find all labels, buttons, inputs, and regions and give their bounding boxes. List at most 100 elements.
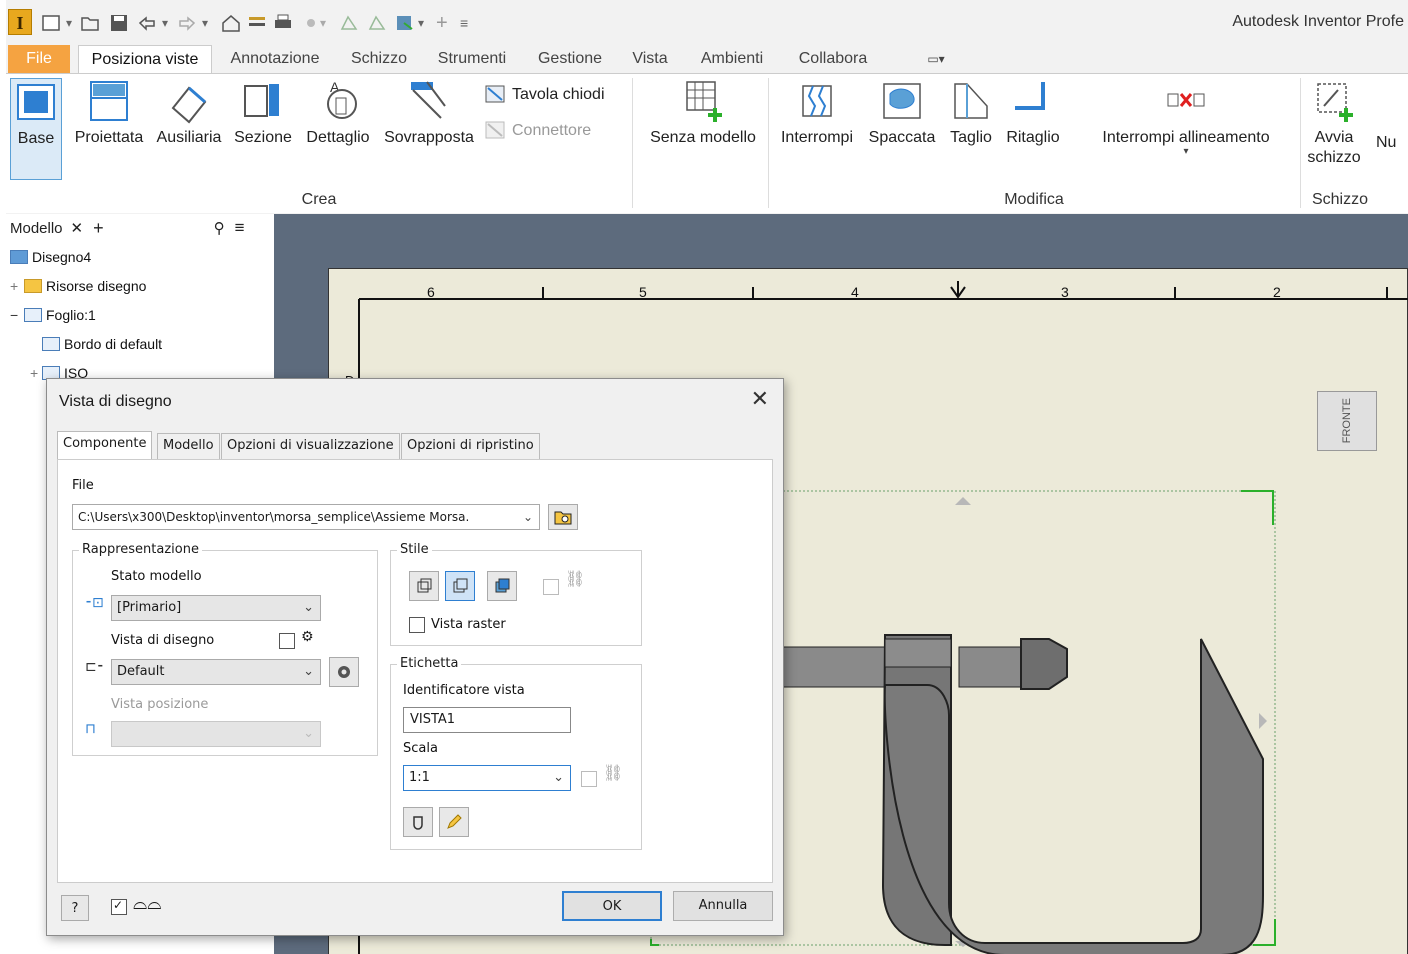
tab-annotazione[interactable]: Annotazione bbox=[220, 45, 330, 73]
help-icon[interactable]: ? bbox=[61, 895, 89, 921]
scala-combo[interactable]: 1:1 ⌄ bbox=[403, 765, 571, 791]
file-combo[interactable]: C:\Users\x300\Desktop\inventor\morsa_sem… bbox=[72, 504, 540, 530]
tab-collabora[interactable]: Collabora bbox=[790, 45, 876, 73]
ok-button[interactable]: OK bbox=[562, 891, 662, 921]
inventor-window: I ▾ ▾ ▾ ▾ ▾ + ≡ Autodesk Inventor Profe … bbox=[6, 0, 1408, 954]
shaded-style-icon[interactable] bbox=[487, 571, 517, 601]
tab-strumenti[interactable]: Strumenti bbox=[430, 45, 514, 73]
stile-group: Stile ⛓ Vista raster bbox=[390, 542, 642, 646]
print-icon[interactable] bbox=[272, 12, 294, 34]
customize-icon[interactable]: ≡ bbox=[460, 12, 468, 34]
plus-icon[interactable]: + bbox=[93, 218, 104, 239]
tree-item-disegno4[interactable]: Disegno4 bbox=[10, 246, 91, 268]
close-icon[interactable]: ✕ bbox=[71, 219, 84, 237]
dropdown-icon[interactable]: ▾ bbox=[418, 12, 424, 34]
plus-icon[interactable]: + bbox=[436, 12, 448, 34]
chevron-down-icon[interactable]: ▾ bbox=[1086, 147, 1286, 157]
save-icon[interactable] bbox=[108, 12, 130, 34]
edit-label-pencil-icon[interactable] bbox=[439, 807, 469, 837]
open-file-icon[interactable] bbox=[548, 504, 578, 530]
tree-item-bordo-default[interactable]: Bordo di default bbox=[42, 333, 162, 355]
componente-panel: File C:\Users\x300\Desktop\inventor\mors… bbox=[57, 459, 773, 883]
sovrapposta-button[interactable]: Sovrapposta bbox=[380, 78, 478, 148]
measure-icon[interactable] bbox=[300, 12, 322, 34]
hidden-line-removed-style-icon[interactable] bbox=[445, 571, 475, 601]
chevron-down-icon: ⌄ bbox=[303, 664, 314, 679]
spaccata-button[interactable]: Spaccata bbox=[864, 78, 940, 148]
hidden-line-style-icon[interactable] bbox=[409, 571, 439, 601]
stato-modello-select[interactable]: [Primario] ⌄ bbox=[111, 595, 321, 621]
dropdown-icon[interactable]: ▾ bbox=[202, 12, 208, 34]
tree-item-risorse-disegno[interactable]: + Risorse disegno bbox=[10, 275, 146, 297]
proiettata-button[interactable]: Proiettata bbox=[68, 78, 150, 148]
file-label: File bbox=[72, 478, 94, 493]
vista-disegno-select[interactable]: Default ⌄ bbox=[111, 659, 321, 685]
tab-opzioni-ripristino[interactable]: Opzioni di ripristino bbox=[401, 433, 540, 459]
chevron-down-icon: ⌄ bbox=[553, 770, 564, 785]
tab-posiziona-viste[interactable]: Posiziona viste bbox=[78, 45, 212, 73]
connettore-button[interactable]: Connettore bbox=[484, 120, 591, 142]
annulla-button[interactable]: Annulla bbox=[673, 891, 773, 921]
open-icon[interactable] bbox=[80, 12, 102, 34]
tab-vista[interactable]: Vista bbox=[628, 45, 672, 73]
search-icon[interactable]: ⚲ bbox=[214, 219, 225, 237]
ruler-number: 4 bbox=[851, 284, 859, 300]
redo-icon[interactable] bbox=[176, 12, 198, 34]
dropdown-icon[interactable]: ▾ bbox=[320, 12, 326, 34]
vista-raster-checkbox[interactable] bbox=[409, 617, 425, 633]
tab-modello[interactable]: Modello bbox=[157, 433, 220, 459]
taglio-button[interactable]: Taglio bbox=[942, 78, 1000, 148]
nuovo-button[interactable]: Nu bbox=[1376, 134, 1396, 152]
vista-posizione-select[interactable]: ⌄ bbox=[111, 721, 321, 747]
project-icon[interactable] bbox=[338, 12, 360, 34]
ruler-number: 6 bbox=[427, 284, 435, 300]
tab-componente[interactable]: Componente bbox=[57, 431, 153, 460]
panel-toggle-icon[interactable]: ▭▾ bbox=[914, 45, 958, 73]
senza-modello-button[interactable]: Senza modello bbox=[642, 78, 764, 148]
quick-access-toolbar: I ▾ ▾ ▾ ▾ ▾ + ≡ Autodesk Inventor Profe bbox=[6, 8, 1408, 38]
new-icon[interactable] bbox=[40, 12, 62, 34]
scale-from-base-icon: ⛓ bbox=[603, 763, 624, 782]
tree-item-foglio[interactable]: − Foglio:1 bbox=[10, 304, 96, 326]
vista-disegno-associative-checkbox[interactable] bbox=[279, 633, 295, 649]
expand-icon[interactable]: + bbox=[10, 278, 24, 294]
vista-posizione-label: Vista posizione bbox=[111, 697, 209, 712]
style-from-base-checkbox[interactable] bbox=[543, 579, 559, 595]
interrompi-allineamento-button[interactable]: Interrompi allineamento ▾ bbox=[1086, 78, 1286, 157]
menu-icon[interactable]: ≡ bbox=[235, 218, 245, 238]
tavola-chiodi-button[interactable]: Tavola chiodi bbox=[484, 84, 605, 106]
dialog-title: Vista di disegno bbox=[59, 393, 172, 410]
drawing-icon bbox=[10, 250, 28, 264]
ausiliaria-button[interactable]: Ausiliaria bbox=[152, 78, 226, 148]
tab-file[interactable]: File bbox=[8, 45, 70, 73]
tab-gestione[interactable]: Gestione bbox=[532, 45, 608, 73]
home-icon[interactable] bbox=[220, 12, 242, 34]
tab-ambienti[interactable]: Ambienti bbox=[692, 45, 772, 73]
interrompi-button[interactable]: Interrompi bbox=[774, 78, 860, 148]
undo-icon[interactable] bbox=[136, 12, 158, 34]
browser-tab-modello[interactable]: Modello bbox=[10, 220, 63, 237]
close-icon[interactable]: ✕ bbox=[751, 387, 769, 412]
dettaglio-button[interactable]: A Dettaglio bbox=[298, 78, 378, 148]
scala-from-base-checkbox[interactable] bbox=[581, 771, 597, 787]
preview-checkbox[interactable]: ✓ bbox=[111, 898, 127, 915]
inventor-logo-icon[interactable]: I bbox=[8, 9, 32, 35]
base-button[interactable]: Base bbox=[10, 78, 62, 180]
settings-gear-icon[interactable] bbox=[329, 657, 359, 687]
update-icon[interactable] bbox=[366, 12, 388, 34]
grid-icon[interactable] bbox=[246, 12, 268, 34]
material-icon[interactable] bbox=[394, 12, 416, 34]
dropdown-icon[interactable]: ▾ bbox=[66, 12, 72, 34]
sezione-button[interactable]: Sezione bbox=[230, 78, 296, 148]
tab-opzioni-visualizzazione[interactable]: Opzioni di visualizzazione bbox=[221, 433, 400, 459]
crea-group-label: Crea bbox=[301, 191, 337, 208]
collapse-icon[interactable]: − bbox=[10, 307, 24, 323]
viewcube[interactable]: FRONTE bbox=[1317, 391, 1377, 451]
ritaglio-button[interactable]: Ritaglio bbox=[1000, 78, 1066, 148]
identificatore-vista-input[interactable]: VISTA1 bbox=[403, 707, 571, 733]
avvia-schizzo-button[interactable]: Avvia schizzo bbox=[1302, 78, 1366, 168]
tab-schizzo[interactable]: Schizzo bbox=[344, 45, 414, 73]
toggle-label-visibility-icon[interactable] bbox=[403, 807, 433, 837]
expand-icon[interactable]: + bbox=[30, 365, 42, 381]
dropdown-icon[interactable]: ▾ bbox=[162, 12, 168, 34]
